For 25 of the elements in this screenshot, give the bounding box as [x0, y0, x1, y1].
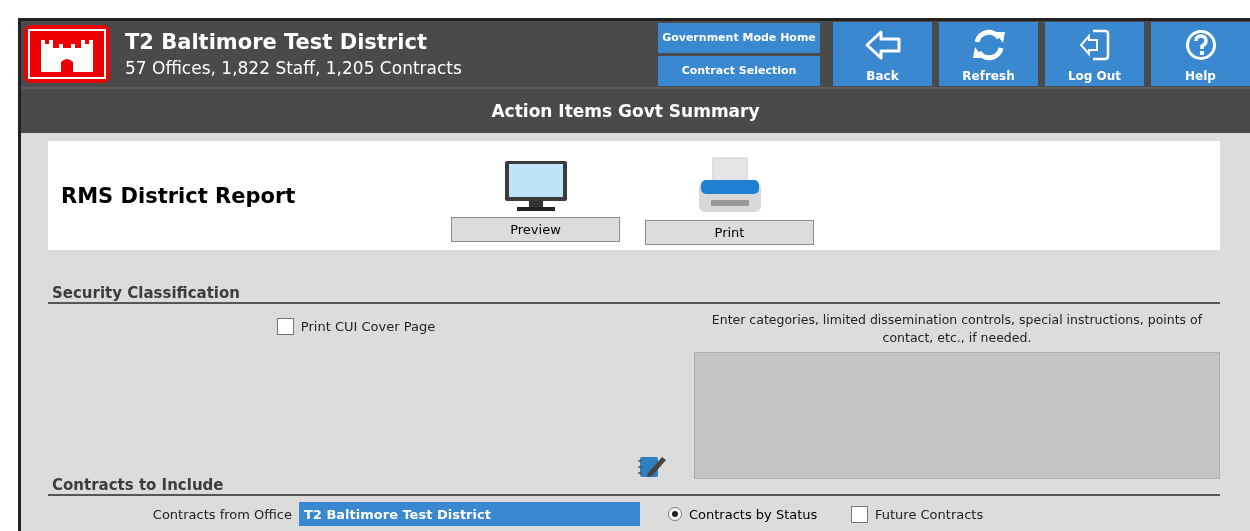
- radio-label: Contracts by Status: [689, 506, 818, 522]
- report-title: RMS District Report: [61, 183, 297, 208]
- field-label: Contracts from Office: [151, 506, 293, 522]
- page-title: Action Items Govt Summary: [491, 101, 760, 121]
- preview-button[interactable]: Preview: [451, 217, 620, 242]
- district-title: T2 Baltimore Test District: [125, 30, 428, 54]
- instructions-text: Enter categories, limited dissemination controls, special instructions, points of contact, etc., if needed.: [710, 311, 1204, 347]
- nav-button[interactable]: Government Mode Home: [658, 22, 820, 53]
- nav-button[interactable]: Contract Selection: [658, 55, 820, 86]
- print-button[interactable]: Print: [645, 220, 814, 245]
- notes-field[interactable]: [694, 352, 1220, 479]
- district-stats: 57 Offices, 1,822 Staff, 1,205 Contracts: [125, 58, 463, 78]
- refresh-button[interactable]: Refresh: [939, 22, 1038, 86]
- checkbox[interactable]: [851, 505, 868, 523]
- monitor-icon: [502, 159, 569, 213]
- help-button[interactable]: Help: [1151, 22, 1250, 86]
- radio-button[interactable]: [668, 507, 682, 521]
- section-heading: Security Classification: [48, 284, 1220, 304]
- checkbox-label: Future Contracts: [875, 506, 984, 522]
- section-heading: Contracts to Include: [48, 476, 1220, 496]
- back-button[interactable]: Back: [833, 22, 932, 86]
- checkbox-label: Print CUI Cover Page: [300, 319, 436, 334]
- logout-button[interactable]: Log Out: [1045, 22, 1144, 86]
- checkbox[interactable]: [276, 318, 294, 335]
- office-field[interactable]: T2 Baltimore Test District: [299, 502, 640, 526]
